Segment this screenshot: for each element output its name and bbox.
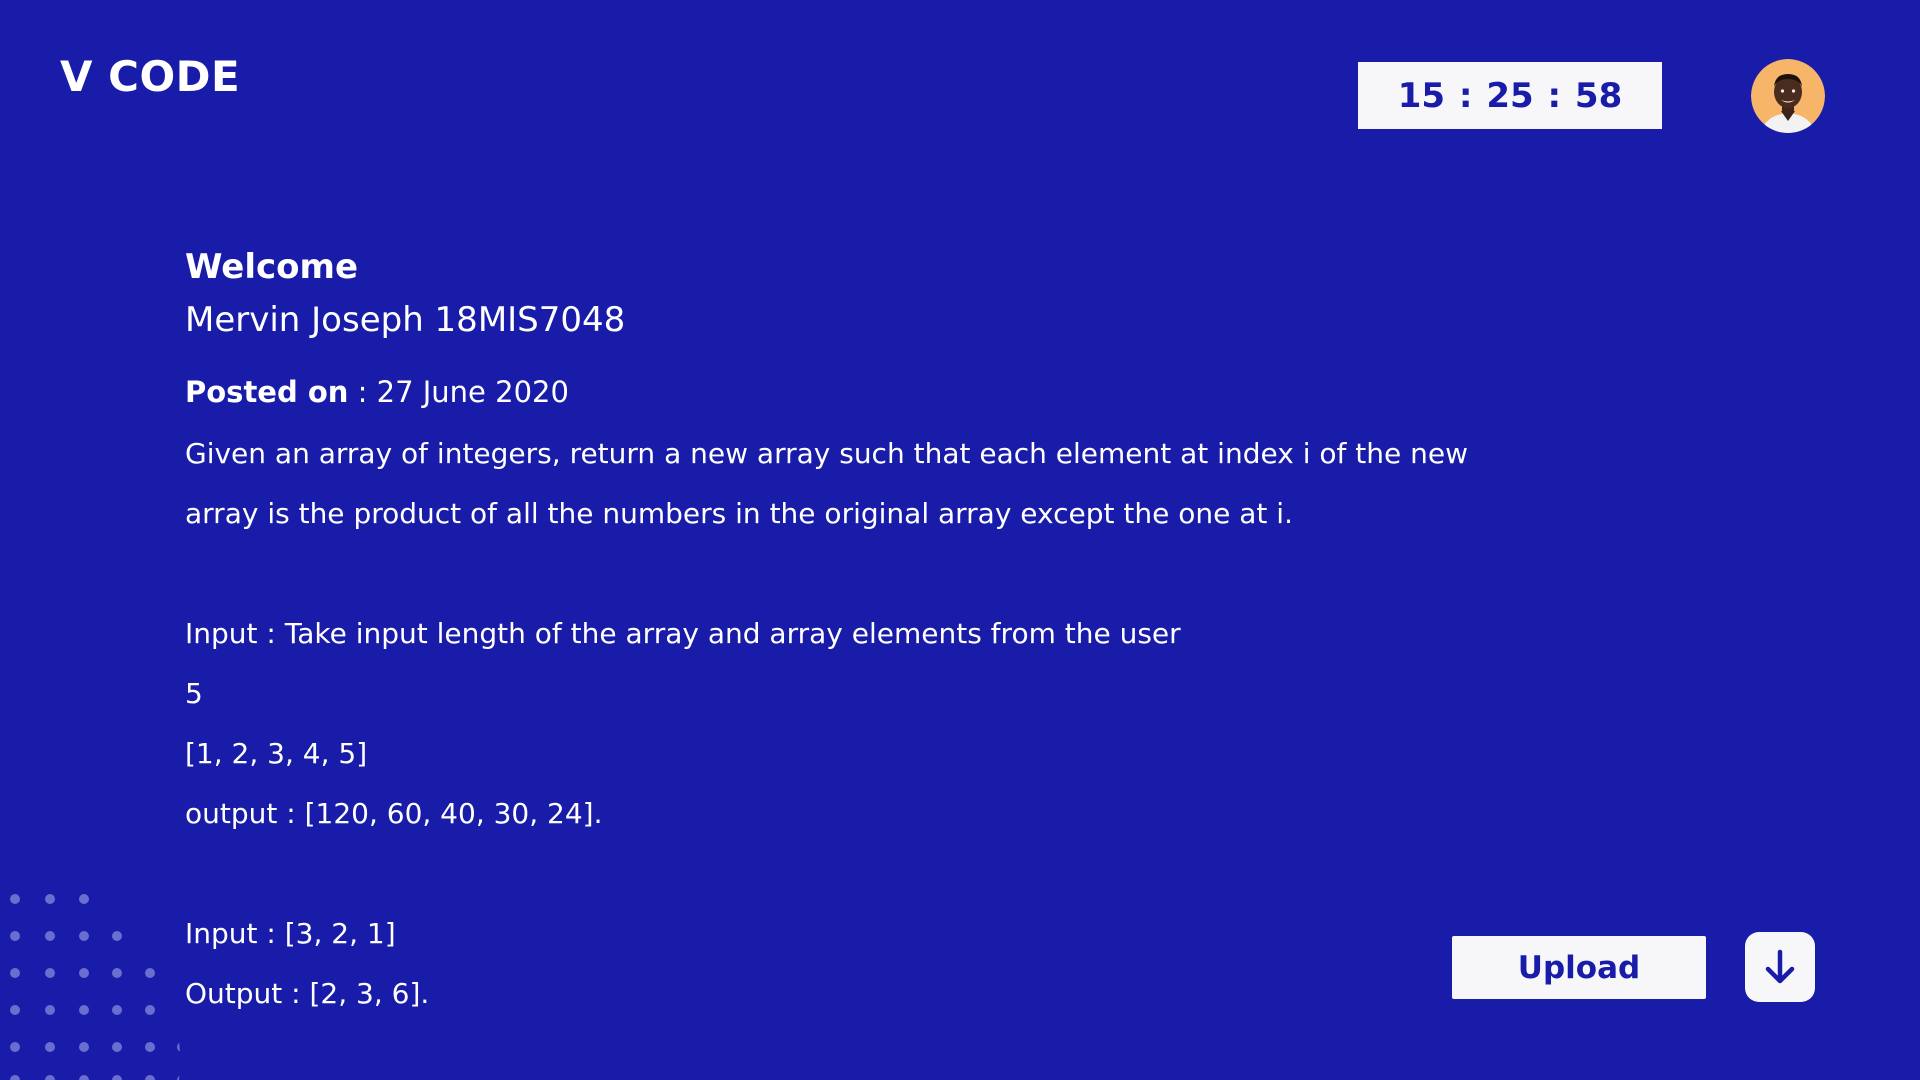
decorative-dot-grid xyxy=(10,894,180,1080)
problem-text-line: Given an array of integers, return a new… xyxy=(185,437,1468,470)
problem-statement: Given an array of integers, return a new… xyxy=(185,424,1585,1024)
input-length-example: 5 xyxy=(185,677,203,710)
user-name-id: Mervin Joseph 18MIS7048 xyxy=(185,300,626,340)
posted-on-label: Posted on xyxy=(185,375,349,409)
output-example-2: Output : [2, 3, 6]. xyxy=(185,977,430,1010)
output-example: output : [120, 60, 40, 30, 24]. xyxy=(185,797,603,830)
user-avatar[interactable] xyxy=(1751,59,1825,133)
avatar-portrait-icon xyxy=(1751,59,1825,133)
input-description: Input : Take input length of the array a… xyxy=(185,617,1181,650)
upload-button[interactable]: Upload xyxy=(1452,936,1706,999)
app-logo: V CODE xyxy=(60,52,241,101)
posted-on-separator: : xyxy=(348,375,377,409)
challenge-panel: Welcome Mervin Joseph 18MIS7048 Posted o… xyxy=(185,242,1585,1024)
arrow-down-icon xyxy=(1765,949,1795,984)
welcome-heading: Welcome xyxy=(185,247,359,287)
problem-text-line: array is the product of all the numbers … xyxy=(185,497,1293,530)
input-example-2: Input : [3, 2, 1] xyxy=(185,917,396,950)
input-array-example: [1, 2, 3, 4, 5] xyxy=(185,737,368,770)
posted-on-line: Posted on : 27 June 2020 xyxy=(185,372,1585,412)
posted-on-date: 27 June 2020 xyxy=(376,375,569,409)
countdown-timer: 15 : 25 : 58 xyxy=(1358,62,1662,129)
download-button[interactable] xyxy=(1745,932,1815,1002)
